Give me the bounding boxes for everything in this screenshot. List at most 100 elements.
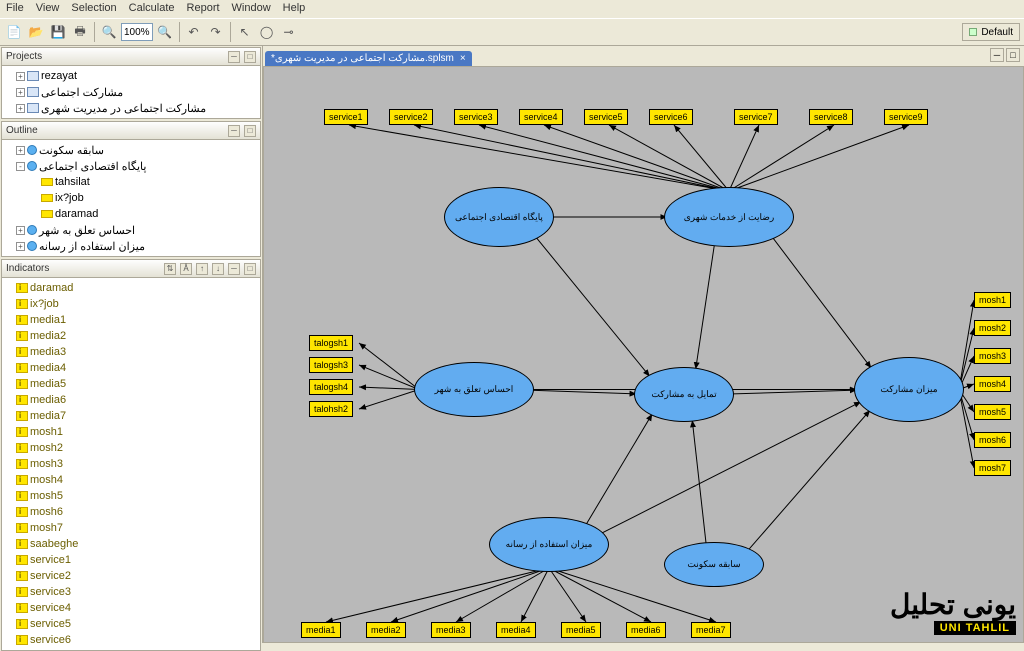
outline-tree[interactable]: +سابقه سکونت-پایگاه اقتصادی اجتماعیtahsi… <box>2 140 260 256</box>
latent-variable[interactable]: پایگاه اقتصادی اجتماعی <box>444 187 554 247</box>
minimize-icon[interactable]: ─ <box>228 51 240 63</box>
sort-asc-icon[interactable]: ↑ <box>196 263 208 275</box>
menu-report[interactable]: Report <box>187 2 220 16</box>
indicator-box[interactable]: talohsh2 <box>309 401 353 417</box>
indicator-box[interactable]: media3 <box>431 622 471 638</box>
model-tab[interactable]: *مشارکت اجتماعی در مدیریت شهری.splsm × <box>265 51 472 66</box>
arrow-icon[interactable]: ↖ <box>235 22 255 42</box>
undo-icon[interactable]: ↶ <box>184 22 204 42</box>
zoom-in-icon[interactable]: 🔍 <box>155 22 175 42</box>
latent-variable[interactable]: احساس تعلق به شهر <box>414 362 534 417</box>
indicator-item[interactable]: saabeghe <box>4 536 258 552</box>
project-item[interactable]: +rezayat <box>4 68 258 84</box>
outline-item[interactable]: tahsilat <box>4 174 258 190</box>
indicator-item[interactable]: media2 <box>4 328 258 344</box>
indicators-list[interactable]: daramadix?jobmedia1media2media3media4med… <box>2 278 260 650</box>
indicator-item[interactable]: media1 <box>4 312 258 328</box>
sort-icon[interactable]: ⇅ <box>164 263 176 275</box>
indicator-box[interactable]: media7 <box>691 622 731 638</box>
indicator-item[interactable]: service5 <box>4 616 258 632</box>
outline-item[interactable]: -پایگاه اقتصادی اجتماعی <box>4 158 258 174</box>
connector-tool-icon[interactable]: ⊸ <box>279 22 299 42</box>
indicator-box[interactable]: mosh5 <box>974 404 1011 420</box>
expand-icon[interactable]: + <box>16 104 25 113</box>
maximize-icon[interactable]: □ <box>244 51 256 63</box>
outline-item[interactable]: ix?job <box>4 190 258 206</box>
indicator-box[interactable]: service8 <box>809 109 853 125</box>
outline-item[interactable]: +سابقه سکونت <box>4 142 258 158</box>
indicator-box[interactable]: media5 <box>561 622 601 638</box>
indicator-item[interactable]: mosh4 <box>4 472 258 488</box>
expand-icon[interactable]: + <box>16 72 25 81</box>
default-layout-button[interactable]: Default <box>962 23 1020 41</box>
menu-calculate[interactable]: Calculate <box>129 2 175 16</box>
indicator-box[interactable]: mosh2 <box>974 320 1011 336</box>
latent-variable[interactable]: تمایل به مشارکت <box>634 367 734 422</box>
open-icon[interactable]: 📂 <box>26 22 46 42</box>
indicator-box[interactable]: service9 <box>884 109 928 125</box>
save-icon[interactable]: 💾 <box>48 22 68 42</box>
indicator-item[interactable]: service3 <box>4 584 258 600</box>
menu-window[interactable]: Window <box>232 2 271 16</box>
minimize-icon[interactable]: ─ <box>228 125 240 137</box>
indicator-item[interactable]: mosh1 <box>4 424 258 440</box>
indicator-item[interactable]: ix?job <box>4 296 258 312</box>
indicator-box[interactable]: service5 <box>584 109 628 125</box>
indicator-box[interactable]: mosh4 <box>974 376 1011 392</box>
indicator-item[interactable]: mosh7 <box>4 520 258 536</box>
indicator-box[interactable]: mosh7 <box>974 460 1011 476</box>
diagram-canvas[interactable]: پایگاه اقتصادی اجتماعیرضایت از خدمات شهر… <box>263 66 1024 643</box>
indicator-item[interactable]: mosh2 <box>4 440 258 456</box>
latent-variable[interactable]: سابقه سکونت <box>664 542 764 587</box>
indicator-item[interactable]: service2 <box>4 568 258 584</box>
indicator-box[interactable]: mosh6 <box>974 432 1011 448</box>
indicator-box[interactable]: service7 <box>734 109 778 125</box>
indicator-box[interactable]: mosh3 <box>974 348 1011 364</box>
indicator-item[interactable]: media4 <box>4 360 258 376</box>
zoom-out-icon[interactable]: 🔍 <box>99 22 119 42</box>
print-icon[interactable]: 🖶 <box>70 22 90 42</box>
indicator-item[interactable]: service1 <box>4 552 258 568</box>
indicator-box[interactable]: media2 <box>366 622 406 638</box>
sort-desc-icon[interactable]: ↓ <box>212 263 224 275</box>
indicator-item[interactable]: mosh6 <box>4 504 258 520</box>
indicator-item[interactable]: media7 <box>4 408 258 424</box>
latent-variable[interactable]: میزان مشارکت <box>854 357 964 422</box>
outline-item[interactable]: daramad <box>4 206 258 222</box>
projects-tree[interactable]: +rezayat +مشارکت اجتماعی +مشارکت اجتماعی… <box>2 66 260 118</box>
menu-selection[interactable]: Selection <box>71 2 116 16</box>
maximize-icon[interactable]: □ <box>244 263 256 275</box>
indicator-box[interactable]: media6 <box>626 622 666 638</box>
outline-item[interactable]: +میزان استفاده از رسانه <box>4 238 258 254</box>
menu-view[interactable]: View <box>36 2 60 16</box>
minimize-icon[interactable]: ─ <box>990 48 1004 62</box>
indicator-box[interactable]: talogsh1 <box>309 335 353 351</box>
circle-tool-icon[interactable]: ◯ <box>257 22 277 42</box>
indicator-box[interactable]: service6 <box>649 109 693 125</box>
project-item[interactable]: +مشارکت اجتماعی در مدیریت شهری <box>4 100 258 116</box>
close-icon[interactable]: × <box>460 53 466 64</box>
maximize-icon[interactable]: □ <box>244 125 256 137</box>
expand-icon[interactable]: - <box>16 162 25 171</box>
indicator-box[interactable]: talogsh4 <box>309 379 353 395</box>
indicator-box[interactable]: media1 <box>301 622 341 638</box>
indicator-item[interactable]: media3 <box>4 344 258 360</box>
expand-icon[interactable]: + <box>16 242 25 251</box>
indicator-box[interactable]: service1 <box>324 109 368 125</box>
indicator-item[interactable]: mosh5 <box>4 488 258 504</box>
project-item[interactable]: +مشارکت اجتماعی <box>4 84 258 100</box>
indicator-box[interactable]: media4 <box>496 622 536 638</box>
latent-variable[interactable]: میزان استفاده از رسانه <box>489 517 609 572</box>
indicator-item[interactable]: mosh3 <box>4 456 258 472</box>
indicator-box[interactable]: mosh1 <box>974 292 1011 308</box>
indicator-item[interactable]: media5 <box>4 376 258 392</box>
indicator-box[interactable]: service3 <box>454 109 498 125</box>
indicator-item[interactable]: daramad <box>4 280 258 296</box>
maximize-icon[interactable]: □ <box>1006 48 1020 62</box>
indicator-item[interactable]: service4 <box>4 600 258 616</box>
expand-icon[interactable]: + <box>16 88 25 97</box>
zoom-level[interactable]: 100% <box>121 23 153 41</box>
minimize-icon[interactable]: ─ <box>228 263 240 275</box>
expand-icon[interactable]: + <box>16 146 25 155</box>
new-icon[interactable]: 📄 <box>4 22 24 42</box>
